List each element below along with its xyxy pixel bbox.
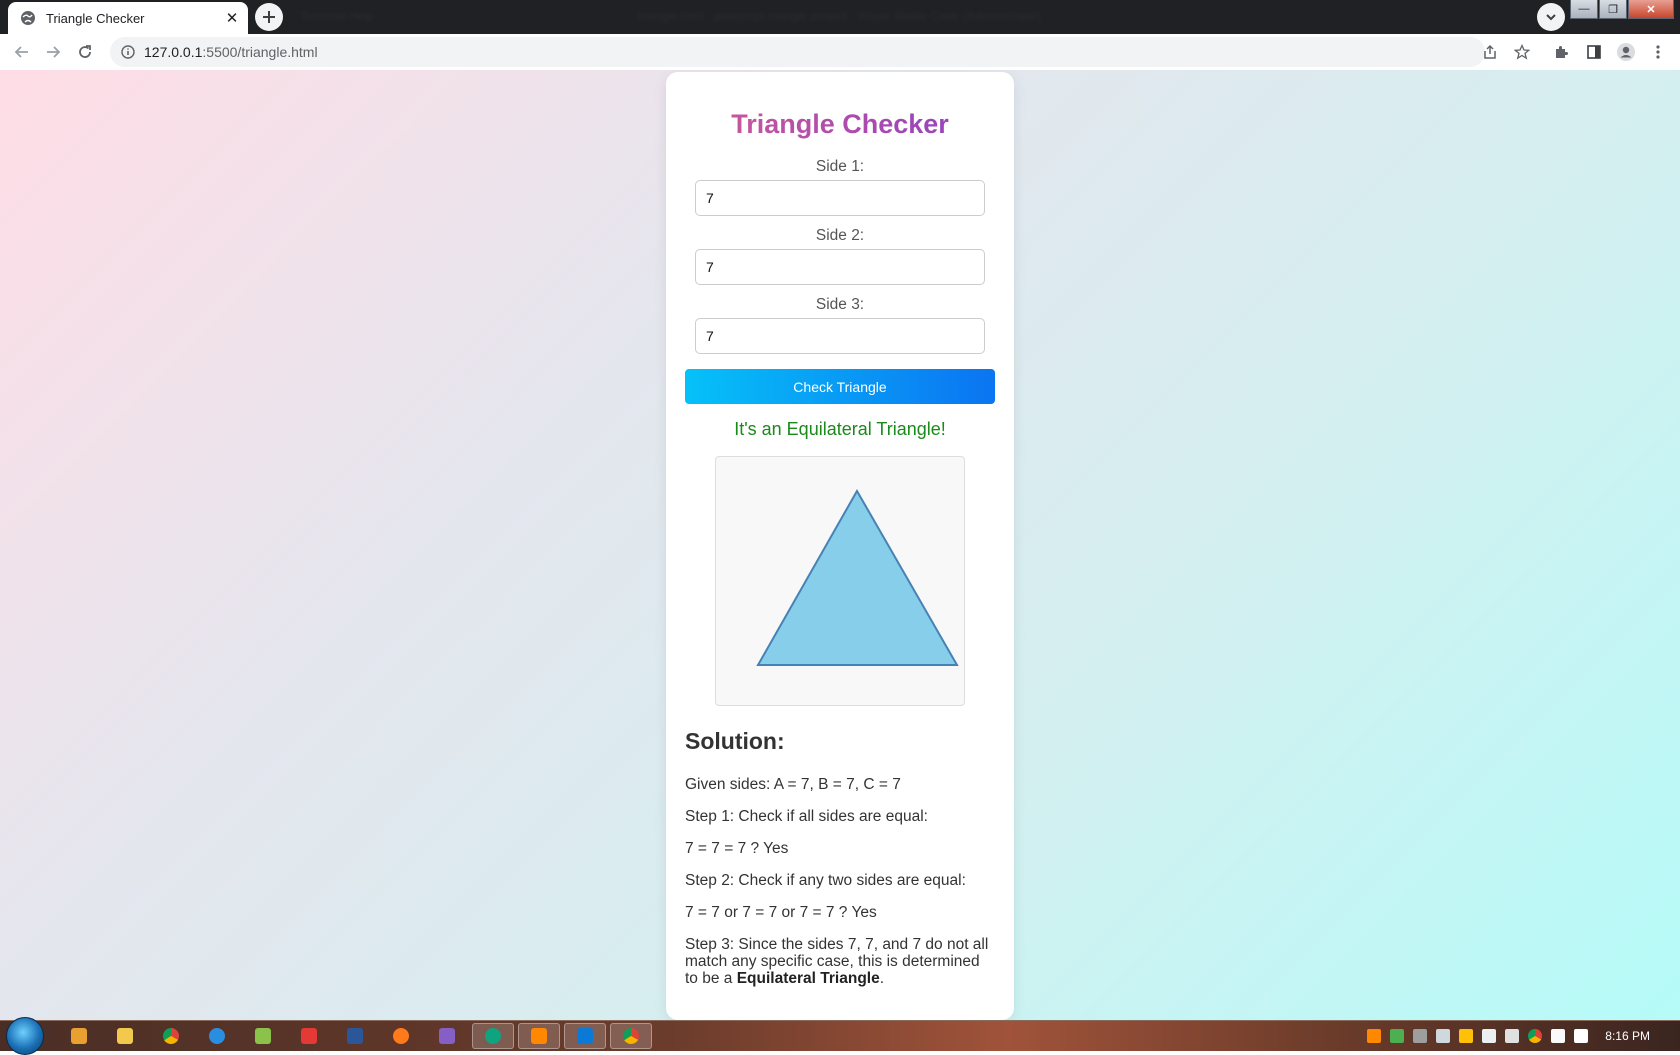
- triangle-checker-card: Triangle Checker Side 1: Side 2: Side 3:…: [666, 72, 1014, 1020]
- taskbar-media-player[interactable]: [58, 1023, 100, 1049]
- browser-tab[interactable]: Triangle Checker ✕: [8, 2, 248, 34]
- app-icon: [393, 1028, 409, 1044]
- solution-step1-result: 7 = 7 = 7 ? Yes: [685, 840, 789, 857]
- side3-label: Side 3:: [815, 296, 865, 313]
- restore-button[interactable]: ❐: [1599, 0, 1627, 19]
- window-controls: — ❐ ✕: [1569, 0, 1674, 19]
- check-triangle-button[interactable]: Check Triangle: [685, 369, 995, 404]
- taskbar-file-explorer[interactable]: [104, 1023, 146, 1049]
- result-message: It's an Equilateral Triangle!: [734, 419, 946, 439]
- back-button[interactable]: [12, 42, 32, 62]
- side1-input[interactable]: [695, 180, 985, 216]
- site-info-icon[interactable]: [120, 44, 136, 60]
- volume-icon[interactable]: [1505, 1029, 1520, 1043]
- close-window-button[interactable]: ✕: [1628, 0, 1674, 19]
- browser-toolbar: 127.0.0.1:5500/triangle.html: [0, 34, 1680, 71]
- notification-tray-icon[interactable]: [1459, 1029, 1474, 1043]
- solution-step2: Step 2: Check if any two sides are equal…: [685, 872, 966, 889]
- triangle-type-bold: Equilateral Triangle: [736, 970, 880, 987]
- page-title: Triangle Checker: [666, 109, 1014, 140]
- pen-tray-icon[interactable]: [1436, 1029, 1451, 1043]
- taskbar-anydesk[interactable]: [288, 1023, 330, 1049]
- url-text: 127.0.0.1:5500/triangle.html: [144, 44, 318, 60]
- reload-button[interactable]: [75, 42, 95, 62]
- chevron-down-icon: [1546, 14, 1556, 21]
- network-tray-icon[interactable]: [1390, 1029, 1405, 1043]
- taskbar-chrome-window[interactable]: [610, 1023, 652, 1049]
- side1-label: Side 1:: [815, 158, 865, 175]
- taskbar-word[interactable]: [334, 1023, 376, 1049]
- vlc-icon: [531, 1028, 547, 1044]
- browser-tab-strip: Triangle Checker ✕ Terminal Help triangl…: [0, 0, 1680, 34]
- taskbar-visual-studio[interactable]: [426, 1023, 468, 1049]
- solution-step2-result: 7 = 7 or 7 = 7 or 7 = 7 ? Yes: [685, 904, 877, 921]
- anydesk-icon: [301, 1028, 317, 1044]
- side2-input[interactable]: [695, 249, 985, 285]
- taskbar-internet-explorer[interactable]: [196, 1023, 238, 1049]
- taskbar-android-studio[interactable]: [242, 1023, 284, 1049]
- taskbar-openai[interactable]: [472, 1023, 514, 1049]
- taskbar-vlc[interactable]: [518, 1023, 560, 1049]
- triangle-canvas: [715, 456, 965, 706]
- arrow-right-icon: [47, 46, 61, 58]
- tab-title: Triangle Checker: [46, 10, 145, 26]
- close-tab-icon[interactable]: ✕: [224, 10, 240, 27]
- new-tab-button[interactable]: [255, 3, 283, 31]
- plus-icon: [263, 11, 275, 23]
- minimize-button[interactable]: —: [1570, 0, 1598, 19]
- address-bar[interactable]: 127.0.0.1:5500/triangle.html: [110, 37, 1485, 67]
- solution-given: Given sides: A = 7, B = 7, C = 7: [685, 776, 901, 793]
- side-panel-icon[interactable]: [1584, 42, 1604, 62]
- word-icon: [347, 1028, 363, 1044]
- device-tray-icon[interactable]: [1413, 1029, 1428, 1043]
- openai-icon: [485, 1028, 501, 1044]
- taskbar-chrome[interactable]: [150, 1023, 192, 1049]
- start-button[interactable]: [6, 1017, 44, 1055]
- browser-menu-icon[interactable]: [1648, 42, 1668, 62]
- vlc-tray-icon[interactable]: [1367, 1029, 1382, 1043]
- action-center-flag-icon[interactable]: [1551, 1029, 1566, 1043]
- folder-icon: [117, 1028, 133, 1044]
- profile-avatar-icon[interactable]: [1616, 42, 1636, 62]
- windows-taskbar: 8:16 PM: [0, 1017, 1680, 1055]
- triangle-shape: [756, 488, 959, 666]
- ie-icon: [209, 1028, 225, 1044]
- arrow-left-icon: [14, 46, 28, 58]
- signal-bars-icon[interactable]: [1574, 1029, 1589, 1043]
- taskbar-vscode[interactable]: [564, 1023, 606, 1049]
- page-viewport: Triangle Checker Side 1: Side 2: Side 3:…: [0, 70, 1680, 1020]
- solution-heading: Solution:: [685, 728, 785, 754]
- forward-button[interactable]: [43, 42, 63, 62]
- globe-icon: [20, 10, 36, 26]
- system-tray: 8:16 PM: [1367, 1021, 1680, 1051]
- share-icon[interactable]: [1480, 42, 1500, 62]
- battery-tray-icon[interactable]: [1482, 1029, 1497, 1043]
- side3-input[interactable]: [695, 318, 985, 354]
- android-icon: [255, 1028, 271, 1044]
- bookmark-star-icon[interactable]: [1512, 42, 1532, 62]
- taskbar-app-orange[interactable]: [380, 1023, 422, 1049]
- chrome-tray-icon[interactable]: [1528, 1029, 1543, 1043]
- taskbar-clock[interactable]: 8:16 PM: [1605, 1029, 1650, 1043]
- side2-label: Side 2:: [815, 227, 865, 244]
- background-window-title: Terminal Help triangle.html - javascript…: [300, 9, 1042, 23]
- tab-search-button[interactable]: [1537, 3, 1565, 31]
- solution-step1: Step 1: Check if all sides are equal:: [685, 808, 928, 825]
- solution-step3: Step 3: Since the sides 7, 7, and 7 do n…: [685, 936, 989, 987]
- visual-studio-icon: [439, 1028, 455, 1044]
- chrome-icon: [163, 1028, 179, 1044]
- extensions-puzzle-icon[interactable]: [1551, 42, 1571, 62]
- chrome-icon: [623, 1028, 639, 1044]
- reload-icon: [79, 45, 91, 58]
- vscode-icon: [577, 1028, 593, 1044]
- media-player-icon: [71, 1028, 87, 1044]
